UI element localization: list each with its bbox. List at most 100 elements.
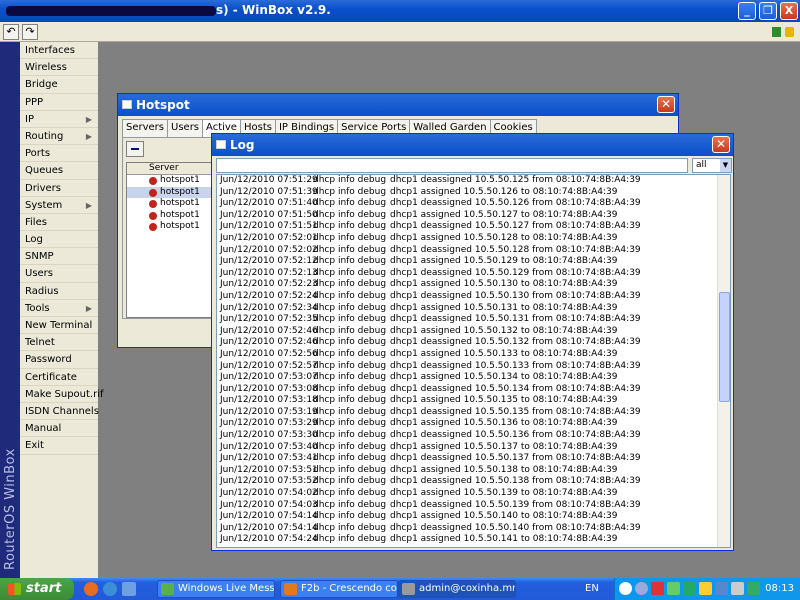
network-icon[interactable]: [635, 582, 648, 595]
log-row[interactable]: Jun/12/2010 07:51:50 dhcp info debug dhcp1…: [217, 210, 730, 222]
redo-icon[interactable]: ↷: [22, 24, 38, 40]
menu-item-password[interactable]: Password: [20, 351, 98, 369]
minimize-button[interactable]: _: [738, 2, 756, 20]
log-row[interactable]: Jun/12/2010 07:52:57 dhcp info debug dhcp1…: [217, 361, 730, 373]
log-row[interactable]: Jun/12/2010 07:53:07 dhcp info debug dhcp1…: [217, 372, 730, 384]
menu-item-snmp[interactable]: SNMP: [20, 248, 98, 266]
undo-icon[interactable]: ↶: [3, 24, 19, 40]
taskbar-button[interactable]: F2b - Crescendo com ...: [280, 580, 398, 598]
main-menu: Interfaces Wireless Bridge PPP IP ▶ Routing ▶ Po…: [20, 42, 104, 578]
log-row[interactable]: Jun/12/2010 07:52:23 dhcp info debug dhcp1…: [217, 279, 730, 291]
menu-item-queues[interactable]: Queues: [20, 162, 98, 180]
log-row[interactable]: Jun/12/2010 07:52:12 dhcp info debug dhcp1…: [217, 256, 730, 268]
menu-item-wireless[interactable]: Wireless: [20, 59, 98, 77]
close-button[interactable]: X: [780, 2, 798, 20]
log-row[interactable]: Jun/12/2010 07:52:46 dhcp info debug dhcp1…: [217, 337, 730, 349]
log-row[interactable]: Jun/12/2010 07:53:52 dhcp info debug dhcp1…: [217, 476, 730, 488]
log-row[interactable]: Jun/12/2010 07:52:34 dhcp info debug dhcp1…: [217, 303, 730, 315]
menu-item-system[interactable]: System ▶: [20, 197, 98, 214]
taskbar-button[interactable]: admin@coxinha.mrbo...: [398, 580, 516, 598]
menu-item-routing[interactable]: Routing ▶: [20, 128, 98, 146]
log-time: Jun/12/2010 07:52:56: [220, 348, 318, 359]
update-icon[interactable]: [715, 582, 728, 595]
log-row[interactable]: Jun/12/2010 07:51:51 dhcp info debug dhcp1…: [217, 221, 730, 233]
scroll-thumb[interactable]: [719, 292, 730, 402]
log-time: Jun/12/2010 07:51:39: [220, 186, 318, 197]
antivirus-icon[interactable]: [651, 582, 664, 595]
tray-app-icon[interactable]: [747, 582, 760, 595]
log-row[interactable]: Jun/12/2010 07:54:14 dhcp info debug dhcp1…: [217, 523, 730, 535]
log-row[interactable]: Jun/12/2010 07:51:40 dhcp info debug dhcp1…: [217, 198, 730, 210]
hotspot-title-bar[interactable]: Hotspot ✕: [118, 94, 678, 116]
log-row[interactable]: Jun/12/2010 07:52:02 dhcp info debug dhcp1…: [217, 245, 730, 257]
remove-button[interactable]: [126, 141, 144, 157]
log-row[interactable]: Jun/12/2010 07:54:14 dhcp info debug dhcp1…: [217, 511, 730, 523]
security-icon[interactable]: [683, 582, 696, 595]
log-row[interactable]: Jun/12/2010 07:51:39 dhcp info debug dhcp1…: [217, 187, 730, 199]
log-topics: dhcp info debug: [313, 244, 387, 255]
log-message: dhcp1 assigned 10.5.50.127 to 08:10:74:8…: [390, 209, 618, 220]
log-row[interactable]: Jun/12/2010 07:52:35 dhcp info debug dhcp1…: [217, 314, 730, 326]
messenger-icon[interactable]: [667, 582, 680, 595]
taskbar-button[interactable]: Windows Live Messen...: [157, 580, 275, 598]
log-close-button[interactable]: ✕: [712, 136, 730, 153]
hotspot-close-button[interactable]: ✕: [657, 96, 675, 113]
log-row[interactable]: Jun/12/2010 07:53:41 dhcp info debug dhcp1…: [217, 453, 730, 465]
maximize-button[interactable]: ❐: [759, 2, 777, 20]
log-row[interactable]: Jun/12/2010 07:52:24 dhcp info debug dhcp1…: [217, 291, 730, 303]
log-scrollbar[interactable]: [717, 175, 730, 547]
log-row[interactable]: Jun/12/2010 07:54:24 dhcp info debug dhcp1…: [217, 534, 730, 546]
log-row[interactable]: Jun/12/2010 07:53:18 dhcp info debug dhcp1…: [217, 395, 730, 407]
menu-item-radius[interactable]: Radius: [20, 283, 98, 300]
tray-app-icon[interactable]: [731, 582, 744, 595]
menu-item-new-terminal[interactable]: New Terminal: [20, 317, 98, 335]
log-row[interactable]: Jun/12/2010 07:53:19 dhcp info debug dhcp1…: [217, 407, 730, 419]
log-row[interactable]: Jun/12/2010 07:53:29 dhcp info debug dhcp1…: [217, 418, 730, 430]
tab-users[interactable]: Users: [167, 119, 204, 137]
menu-item-telnet[interactable]: Telnet: [20, 334, 98, 352]
ie-icon[interactable]: [103, 582, 117, 596]
log-search-input[interactable]: [216, 158, 688, 173]
chevron-down-icon[interactable]: ▼: [720, 159, 731, 172]
language-indicator[interactable]: EN: [585, 583, 599, 594]
log-title-bar[interactable]: Log ✕: [212, 134, 733, 156]
log-message: dhcp1 assigned 10.5.50.128 to 08:10:74:8…: [390, 232, 618, 243]
menu-item-certificate[interactable]: Certificate: [20, 369, 98, 386]
firefox-icon[interactable]: [84, 582, 98, 596]
log-row[interactable]: Jun/12/2010 07:52:46 dhcp info debug dhcp1…: [217, 326, 730, 338]
menu-item-make-supout-rif[interactable]: Make Supout.rif: [20, 386, 104, 403]
app-title-bar[interactable]: s) - WinBox v2.9. _ ❐ X: [0, 0, 800, 22]
menu-item-bridge[interactable]: Bridge: [20, 76, 98, 94]
menu-item-tools[interactable]: Tools ▶: [20, 300, 98, 317]
start-button[interactable]: start: [0, 578, 74, 600]
volume-icon[interactable]: [699, 582, 712, 595]
log-row[interactable]: Jun/12/2010 07:51:29 dhcp info debug dhcp1…: [217, 175, 730, 187]
menu-item-label: Tools: [25, 302, 50, 314]
log-row[interactable]: Jun/12/2010 07:52:56 dhcp info debug dhcp1…: [217, 349, 730, 361]
menu-item-ppp[interactable]: PPP: [20, 94, 98, 111]
menu-item-interfaces[interactable]: Interfaces: [20, 42, 98, 60]
log-row[interactable]: Jun/12/2010 07:52:13 dhcp info debug dhcp1…: [217, 268, 730, 280]
show-desktop-icon[interactable]: [122, 582, 136, 596]
log-row[interactable]: Jun/12/2010 07:54:02 dhcp info debug dhcp1…: [217, 488, 730, 500]
log-topics: dhcp info debug: [313, 430, 387, 441]
log-row[interactable]: Jun/12/2010 07:53:40 dhcp info debug dhcp1…: [217, 442, 730, 454]
log-topic-select[interactable]: all ▼: [692, 158, 732, 173]
log-row[interactable]: Jun/12/2010 07:53:51 dhcp info debug dhcp1…: [217, 465, 730, 477]
help-icon[interactable]: [619, 582, 632, 595]
tab-servers[interactable]: Servers: [122, 119, 169, 137]
menu-item-manual[interactable]: Manual: [20, 420, 98, 438]
menu-item-isdn-channels[interactable]: ISDN Channels: [20, 403, 99, 421]
menu-item-users[interactable]: Users: [20, 265, 98, 283]
log-row[interactable]: Jun/12/2010 07:52:01 dhcp info debug dhcp1…: [217, 233, 730, 245]
menu-item-exit[interactable]: Exit: [20, 437, 98, 455]
menu-item-ports[interactable]: Ports: [20, 145, 98, 163]
menu-item-ip[interactable]: IP ▶: [20, 111, 98, 128]
menu-item-log[interactable]: Log: [20, 231, 98, 249]
log-row[interactable]: Jun/12/2010 07:54:03 dhcp info debug dhcp1…: [217, 500, 730, 512]
menu-item-drivers[interactable]: Drivers: [20, 180, 98, 197]
log-row[interactable]: Jun/12/2010 07:53:08 dhcp info debug dhcp1…: [217, 384, 730, 396]
log-row[interactable]: Jun/12/2010 07:53:30 dhcp info debug dhcp1…: [217, 430, 730, 442]
clock[interactable]: 08:13: [765, 583, 794, 594]
menu-item-files[interactable]: Files: [20, 214, 98, 232]
